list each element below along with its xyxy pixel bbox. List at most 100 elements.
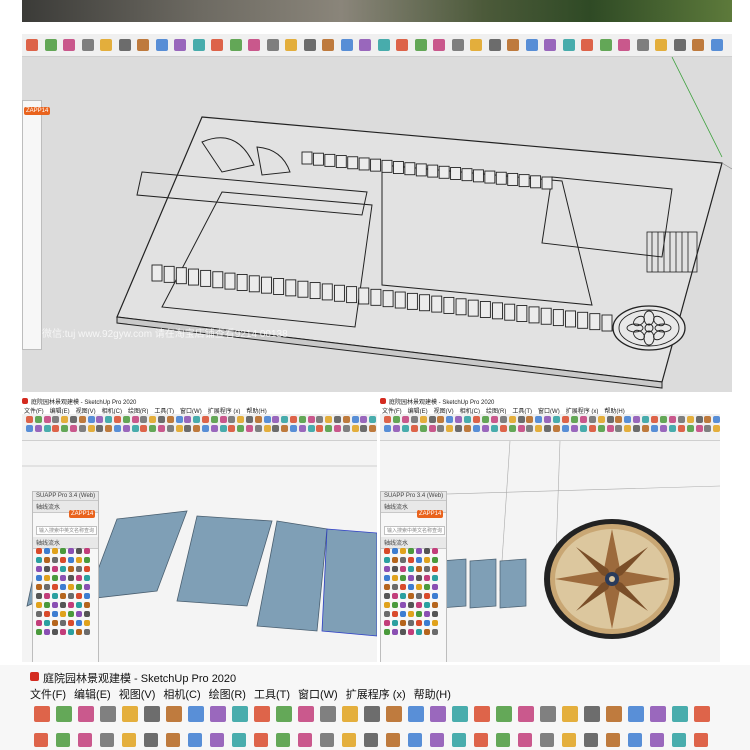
toolbar-tool-icon[interactable] (446, 425, 454, 432)
plugin-tool-icon[interactable] (68, 548, 74, 554)
toolbar-tool-icon[interactable] (481, 425, 489, 432)
toolbar-tool-icon[interactable] (686, 416, 694, 423)
menu-item[interactable]: 窗口(W) (298, 689, 338, 701)
toolbar-tool-icon[interactable] (114, 425, 121, 432)
toolbar-tool-icon[interactable] (360, 425, 368, 432)
toolbar-tool-icon[interactable] (78, 425, 86, 432)
toolbar-tool-icon[interactable] (229, 39, 242, 51)
toolbar-tool-icon[interactable] (340, 39, 353, 51)
toolbar-tool-icon[interactable] (184, 425, 192, 432)
toolbar-tool-icon[interactable] (118, 39, 131, 51)
plugin-tool-icon[interactable] (60, 566, 66, 572)
toolbar-tool-icon[interactable] (78, 706, 94, 722)
toolbar-tool-icon[interactable] (364, 706, 380, 722)
toolbar-tool-icon[interactable] (193, 416, 201, 423)
plugin-tool-icon[interactable] (36, 611, 42, 617)
plugin-tool-icon[interactable] (44, 584, 50, 590)
plugin-tool-icon[interactable] (44, 575, 50, 581)
toolbar-tool-icon[interactable] (137, 39, 149, 51)
toolbar-tool-icon[interactable] (540, 733, 554, 747)
toolbar-tool-icon[interactable] (650, 706, 666, 722)
plugin-tool-icon[interactable] (68, 575, 74, 581)
plugin-tool-icon[interactable] (416, 620, 422, 626)
toolbar-tool-icon[interactable] (34, 425, 42, 432)
toolbar-tool-icon[interactable] (636, 39, 649, 51)
toolbar-tool-icon[interactable] (122, 416, 130, 423)
toolbar-tool-icon[interactable] (704, 425, 712, 432)
plugin-tool-icon[interactable] (432, 620, 438, 626)
plugin-tool-icon[interactable] (432, 575, 438, 581)
toolbar-tool-icon[interactable] (364, 733, 378, 747)
toolbar-tool-icon[interactable] (175, 416, 183, 423)
toolbar-tool-icon[interactable] (34, 416, 42, 423)
plugin-tool-icon[interactable] (432, 566, 438, 572)
toolbar-tool-icon[interactable] (131, 425, 139, 432)
toolbar-tool-icon[interactable] (562, 416, 569, 423)
plugin-tool-icon[interactable] (432, 584, 438, 590)
toolbar-tool-icon[interactable] (342, 425, 350, 432)
plugin-tool-icon[interactable] (36, 584, 42, 590)
toolbar-tool-icon[interactable] (624, 425, 632, 432)
toolbar-tool-icon[interactable] (686, 425, 694, 432)
plugin-tool-icon[interactable] (44, 620, 50, 626)
toolbar-tool-icon[interactable] (56, 706, 72, 722)
plugin-tool-icon[interactable] (416, 593, 422, 599)
toolbar-tool-icon[interactable] (100, 39, 112, 51)
plugin-tool-icon[interactable] (384, 575, 390, 581)
plugin-tool-icon[interactable] (384, 611, 390, 617)
toolbar-tool-icon[interactable] (508, 416, 516, 423)
toolbar-tool-icon[interactable] (584, 733, 598, 747)
toolbar-tool-icon[interactable] (396, 39, 408, 51)
toolbar-tool-icon[interactable] (254, 425, 262, 432)
toolbar-tool-icon[interactable] (615, 425, 623, 432)
toolbar-tool-icon[interactable] (155, 39, 168, 51)
plugin-tool-icon[interactable] (68, 584, 74, 590)
plugin-tool-icon[interactable] (52, 557, 58, 563)
toolbar-tool-icon[interactable] (518, 733, 532, 747)
toolbar-tool-icon[interactable] (342, 416, 350, 423)
plugin-tool-icon[interactable] (408, 620, 414, 626)
toolbar-tool-icon[interactable] (351, 425, 359, 432)
toolbar-tool-icon[interactable] (360, 416, 368, 423)
plugin-tool-icon[interactable] (400, 566, 406, 572)
plugin-tool-icon[interactable] (384, 548, 390, 554)
toolbar-tool-icon[interactable] (517, 425, 525, 432)
toolbar-tool-icon[interactable] (140, 416, 148, 423)
toolbar-tool-icon[interactable] (677, 425, 685, 432)
toolbar-tool-icon[interactable] (272, 416, 280, 423)
toolbar-tool-icon[interactable] (384, 425, 391, 432)
toolbar-tool-icon[interactable] (386, 733, 400, 747)
plugin-tool-icon[interactable] (76, 620, 82, 626)
toolbar-tool-icon[interactable] (263, 416, 271, 423)
plugin-tool-icon[interactable] (400, 611, 406, 617)
toolbar-tool-icon[interactable] (70, 425, 77, 432)
toolbar-tool-icon[interactable] (525, 39, 538, 51)
plugin-tool-icon[interactable] (400, 548, 406, 554)
plugin-tool-icon[interactable] (60, 593, 66, 599)
toolbar-tool-icon[interactable] (210, 416, 218, 423)
plugin-tool-icon[interactable] (76, 593, 82, 599)
toolbar-tool-icon[interactable] (692, 39, 704, 51)
plugin-tool-icon[interactable] (68, 620, 74, 626)
toolbar-tool-icon[interactable] (359, 39, 371, 51)
toolbar-tool-icon[interactable] (232, 706, 248, 722)
toolbar-tool-icon[interactable] (437, 425, 445, 432)
toolbar-tool-icon[interactable] (122, 425, 130, 432)
toolbar-tool-icon[interactable] (544, 425, 552, 432)
toolbar-tool-icon[interactable] (553, 416, 561, 423)
toolbar-tool-icon[interactable] (553, 425, 561, 432)
plugin-tool-icon[interactable] (52, 584, 58, 590)
plugin-tool-icon[interactable] (36, 620, 42, 626)
plugin-tool-icon[interactable] (68, 602, 74, 608)
plugin-search-input[interactable]: 输入搜索中英文名称查询 (36, 526, 97, 535)
plugin-tool-icon[interactable] (424, 611, 430, 617)
toolbar-tool-icon[interactable] (446, 416, 454, 423)
plugin-tool-icon[interactable] (392, 593, 398, 599)
plugin-tool-icon[interactable] (52, 620, 58, 626)
plugin-tool-icon[interactable] (60, 620, 66, 626)
plugin-tool-icon[interactable] (424, 566, 430, 572)
plugin-tool-icon[interactable] (384, 602, 390, 608)
toolbar-tool-icon[interactable] (507, 39, 519, 51)
plugin-tool-icon[interactable] (84, 629, 90, 635)
toolbar-tool-icon[interactable] (672, 733, 686, 747)
